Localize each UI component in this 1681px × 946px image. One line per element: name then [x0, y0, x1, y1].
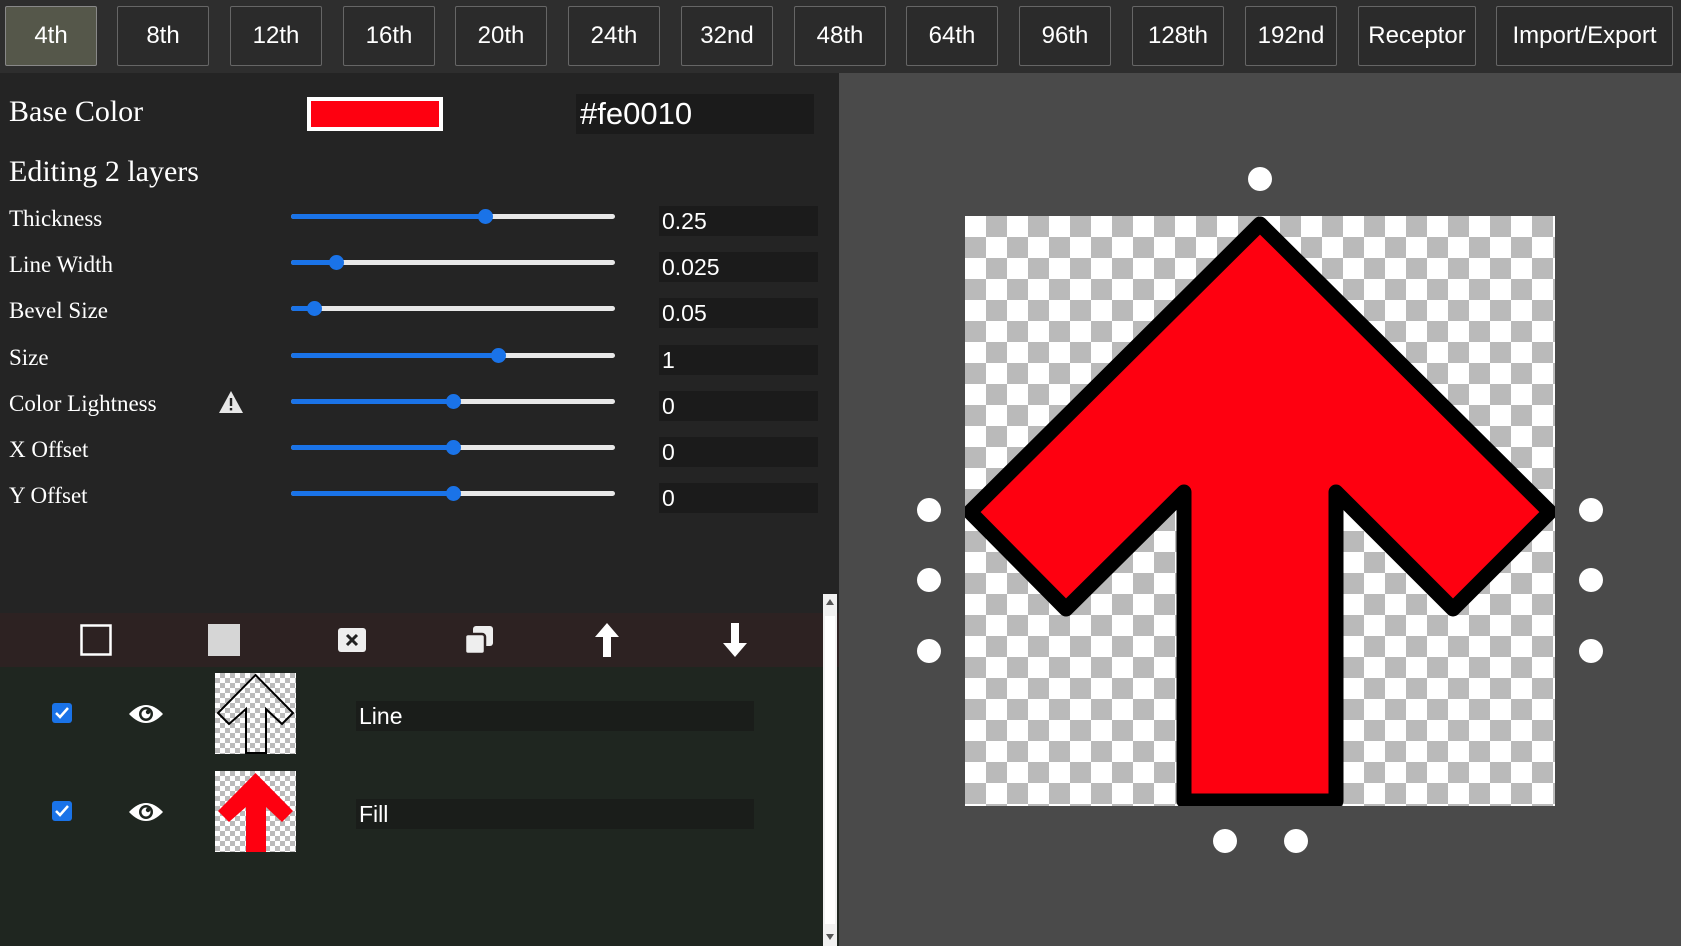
x-offset-label: X Offset — [9, 437, 89, 462]
layer-fill-thumbnail — [215, 771, 296, 852]
scroll-up-icon[interactable] — [826, 599, 834, 605]
arrow-preview-area — [839, 73, 1681, 946]
handle-left-3[interactable] — [917, 639, 941, 663]
layer-list: Line Fill — [0, 667, 839, 946]
tab-16th[interactable]: 16th — [343, 6, 435, 66]
arrow-canvas[interactable] — [962, 216, 1558, 809]
layer-toolbar — [0, 613, 839, 667]
tab-96th[interactable]: 96th — [1019, 6, 1111, 66]
note-tab-bar: 4th 8th 12th 16th 20th 24th 32nd 48th 64… — [0, 0, 1681, 73]
handle-top[interactable] — [1248, 167, 1272, 191]
handle-left-1[interactable] — [917, 498, 941, 522]
tab-128th[interactable]: 128th — [1132, 6, 1224, 66]
layer-line-thumbnail — [215, 673, 296, 754]
base-color-hex-input[interactable]: #fe0010 — [576, 94, 814, 134]
new-fill-layer-button[interactable] — [206, 622, 242, 658]
line-width-value-input[interactable]: 0.025 — [659, 252, 818, 282]
thickness-slider[interactable] — [291, 209, 615, 224]
tab-4th[interactable]: 4th — [5, 6, 97, 66]
handle-right-2[interactable] — [1579, 568, 1603, 592]
tab-192nd[interactable]: 192nd — [1245, 6, 1337, 66]
layer-list-scrollbar[interactable] — [823, 594, 837, 946]
tab-8th[interactable]: 8th — [117, 6, 209, 66]
arrow-fill-thumbnail — [218, 773, 293, 852]
layer-fill-name-input[interactable]: Fill — [356, 799, 754, 829]
bevel-size-slider[interactable] — [291, 301, 615, 316]
warning-icon[interactable] — [218, 390, 244, 414]
line-width-label: Line Width — [9, 252, 114, 277]
layer-editor-panel: Base Color #fe0010 Editing 2 layers Thic… — [0, 73, 839, 946]
scroll-down-icon[interactable] — [826, 934, 834, 940]
tab-64th[interactable]: 64th — [906, 6, 998, 66]
handle-bottom-1[interactable] — [1213, 829, 1237, 853]
arrow-preview-graphic — [962, 216, 1558, 809]
layer-line-checkbox[interactable] — [52, 703, 72, 723]
checkmark-icon — [55, 805, 69, 817]
handle-right-1[interactable] — [1579, 498, 1603, 522]
layer-fill-checkbox[interactable] — [52, 801, 72, 821]
base-color-swatch-fill — [311, 101, 439, 127]
checkmark-icon — [55, 707, 69, 719]
delete-layer-icon — [338, 628, 366, 652]
tab-20th[interactable]: 20th — [455, 6, 547, 66]
thickness-value-input[interactable]: 0.25 — [659, 206, 818, 236]
base-color-label: Base Color — [9, 95, 144, 128]
handle-left-2[interactable] — [917, 568, 941, 592]
tab-receptor[interactable]: Receptor — [1358, 6, 1476, 66]
x-offset-value-input[interactable]: 0 — [659, 437, 818, 467]
move-down-icon — [723, 623, 747, 657]
tab-48th[interactable]: 48th — [794, 6, 886, 66]
new-fill-layer-icon — [208, 624, 240, 656]
bevel-size-value-input[interactable]: 0.05 — [659, 298, 818, 328]
move-up-icon — [595, 623, 619, 657]
layer-line-name-input[interactable]: Line — [356, 701, 754, 731]
layer-row-line[interactable]: Line — [0, 672, 820, 756]
handle-bottom-2[interactable] — [1284, 829, 1308, 853]
base-color-swatch[interactable] — [307, 97, 443, 131]
layer-row-fill[interactable]: Fill — [0, 770, 820, 854]
arrow-outline-thumbnail — [216, 673, 295, 754]
editing-layers-heading: Editing 2 layers — [9, 155, 199, 188]
move-layer-up-button[interactable] — [589, 622, 625, 658]
tab-32nd[interactable]: 32nd — [681, 6, 773, 66]
move-layer-down-button[interactable] — [717, 622, 753, 658]
duplicate-layer-icon — [463, 626, 493, 656]
delete-layer-button[interactable] — [334, 622, 370, 658]
color-lightness-label: Color Lightness — [9, 391, 157, 416]
size-label: Size — [9, 345, 49, 370]
y-offset-value-input[interactable]: 0 — [659, 483, 818, 513]
new-outline-layer-icon — [80, 624, 112, 656]
color-lightness-slider[interactable] — [291, 394, 615, 409]
eye-icon[interactable] — [128, 701, 164, 727]
color-lightness-value-input[interactable]: 0 — [659, 391, 818, 421]
size-slider[interactable] — [291, 348, 615, 363]
tab-12th[interactable]: 12th — [230, 6, 322, 66]
eye-icon[interactable] — [128, 799, 164, 825]
x-offset-slider[interactable] — [291, 440, 615, 455]
bevel-size-label: Bevel Size — [9, 298, 108, 323]
y-offset-label: Y Offset — [9, 483, 88, 508]
y-offset-slider[interactable] — [291, 486, 615, 501]
thickness-label: Thickness — [9, 206, 103, 231]
tab-24th[interactable]: 24th — [568, 6, 660, 66]
handle-right-3[interactable] — [1579, 639, 1603, 663]
new-outline-layer-button[interactable] — [78, 622, 114, 658]
tab-import-export[interactable]: Import/Export — [1496, 6, 1673, 66]
line-width-slider[interactable] — [291, 255, 615, 270]
scrollbar-thumb[interactable] — [825, 616, 835, 924]
size-value-input[interactable]: 1 — [659, 345, 818, 375]
duplicate-layer-button[interactable] — [461, 622, 497, 658]
